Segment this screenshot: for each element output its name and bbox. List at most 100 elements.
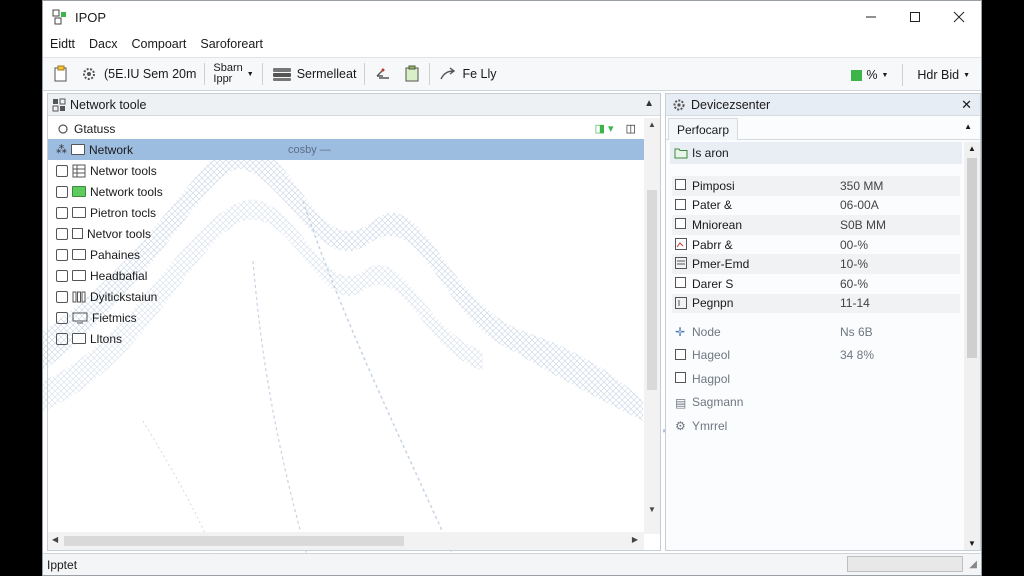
new-file-icon xyxy=(54,65,67,82)
right-panel-title: Devicezsenter xyxy=(691,97,771,112)
tree-item-label: Fietmics xyxy=(92,310,137,325)
toolbar-btn1-label: (5E.IU Sem 20m xyxy=(104,67,197,81)
tree-item-network-tools[interactable]: Network tools xyxy=(48,181,644,202)
scroll-down-icon[interactable]: ▼ xyxy=(964,539,980,548)
collapse-up-icon[interactable]: ▲ xyxy=(964,122,972,131)
pane-icon[interactable]: ◫ xyxy=(626,122,636,135)
property-row[interactable]: Pabrr & 00-% xyxy=(672,235,960,255)
percent-dropdown[interactable]: % ▼ xyxy=(846,61,893,89)
checkbox-icon xyxy=(675,179,686,190)
app-icon xyxy=(51,8,69,26)
section-header[interactable]: Is aron xyxy=(670,142,962,164)
tree-item-network[interactable]: ⁂ Network cosby — xyxy=(48,139,644,160)
menu-item-view[interactable]: Dacx xyxy=(82,37,124,51)
tree-item-label: Headbafial xyxy=(90,268,148,283)
status-green-icon xyxy=(851,69,863,81)
scroll-left-icon[interactable]: ◀ xyxy=(52,535,58,544)
scrollbar-thumb[interactable] xyxy=(647,190,657,390)
tree-item-lltons[interactable]: Lltons xyxy=(48,328,644,349)
property-row[interactable]: Pimposi 350 MM xyxy=(672,176,960,196)
tree-item-headbafial[interactable]: Headbafial xyxy=(48,265,644,286)
faded-row[interactable]: Hagpol xyxy=(672,367,960,391)
node-icon: ⁂ xyxy=(56,144,67,156)
menu-item-compare[interactable]: Compoart xyxy=(125,37,194,51)
grid-menu-dropdown[interactable]: Hdr Bid ▼ xyxy=(912,61,975,89)
menu-item-edit[interactable]: Eidtt xyxy=(43,37,82,51)
maximize-button[interactable] xyxy=(893,1,937,33)
right-vertical-scrollbar[interactable]: ▲ ▼ xyxy=(964,142,980,550)
tree-item-label: Pahaines xyxy=(90,247,141,262)
server-button[interactable]: Sermelleat xyxy=(266,60,362,88)
toolbar-btn4-label: Fe Lly xyxy=(462,67,497,81)
toolbar: (5E.IU Sem 20m Sbarn Ippr ▼ Sermelleat F… xyxy=(43,57,981,91)
scroll-up-icon[interactable]: ▲ xyxy=(644,120,660,129)
plus-icon: ✛ xyxy=(675,325,686,339)
minimize-icon xyxy=(866,16,876,18)
minimize-button[interactable] xyxy=(849,1,893,33)
close-icon xyxy=(953,11,965,23)
property-row[interactable]: Mniorean S0B MM xyxy=(672,215,960,235)
tree-item-networ-tools[interactable]: Networ tools xyxy=(48,160,644,181)
faded-row[interactable]: ▤ Sagmann xyxy=(672,391,960,415)
scrollbar-thumb[interactable] xyxy=(967,158,977,358)
property-row[interactable]: Pegnpn 11-14 xyxy=(672,293,960,314)
node-icon xyxy=(56,290,68,303)
node-icon xyxy=(56,206,68,219)
server-icon xyxy=(272,68,291,81)
window-controls xyxy=(849,1,981,33)
status-text: Ipptet xyxy=(47,557,78,572)
back-arrow-icon xyxy=(376,68,390,79)
folder-icon xyxy=(72,270,86,281)
tree-item-dyitickstaiun[interactable]: Dyitickstaiun xyxy=(48,286,644,307)
checkbox-icon xyxy=(675,276,686,288)
left-panel-header: Network toole ▲ xyxy=(48,94,660,116)
tree-item-pietron-tools[interactable]: Pietron tocls xyxy=(48,202,644,223)
tree-item-status[interactable]: Gtatuss ◨ ▾ ◫ xyxy=(48,118,644,139)
faded-row[interactable]: Hageol 34 8% xyxy=(672,344,960,368)
scrollbar-thumb[interactable] xyxy=(64,536,404,546)
property-name: Pater & xyxy=(692,198,733,213)
tree-item-label: Networ tools xyxy=(90,163,157,178)
folder-icon xyxy=(71,144,85,155)
collapse-up-icon[interactable]: ▲ xyxy=(644,98,654,109)
filter-dropdown-icon[interactable]: ◨ ▾ xyxy=(595,122,614,135)
bars-icon xyxy=(72,291,86,302)
scan-dropdown-button[interactable]: Sbarn Ippr ▼ xyxy=(208,60,258,88)
faded-row[interactable]: ⚙ Ymrrel xyxy=(672,414,960,438)
settings-search-button[interactable]: (5E.IU Sem 20m xyxy=(75,60,201,88)
property-row[interactable]: Pmer-Emd 10-% xyxy=(672,254,960,274)
property-name: Pimposi xyxy=(692,178,735,193)
property-row[interactable]: Pater & 06-00A xyxy=(672,196,960,216)
device-center-panel: Devicezsenter ✕ Perfocarp ▲ Is aron Pimp… xyxy=(665,93,981,551)
menu-bar: Eidtt Dacx Compoart Saroforeart xyxy=(43,33,981,55)
tree-item-fietmics[interactable]: Fietmics xyxy=(48,307,644,328)
property-name: Pmer-Emd xyxy=(692,257,750,272)
new-file-button[interactable] xyxy=(47,60,75,88)
gear-icon xyxy=(83,68,95,80)
close-icon[interactable]: ✕ xyxy=(961,97,972,113)
tree-item-netvor-tools[interactable]: Netvor tools xyxy=(48,223,644,244)
back-arrow-button[interactable] xyxy=(368,60,398,88)
scroll-right-icon[interactable]: ▶ xyxy=(632,535,638,544)
scroll-up-icon[interactable]: ▲ xyxy=(964,144,980,153)
apply-button[interactable]: Fe Lly xyxy=(433,60,501,88)
left-vertical-scrollbar[interactable]: ▲ ▼ xyxy=(644,118,660,534)
scroll-down-icon[interactable]: ▼ xyxy=(644,505,660,514)
property-row[interactable]: Darer S 60-% xyxy=(672,274,960,294)
tree-item-hint: cosby — xyxy=(288,143,331,156)
toolbar-btn2-line2: Ippr xyxy=(213,73,233,85)
left-horizontal-scrollbar[interactable]: ◀ ▶ xyxy=(48,532,644,550)
document-icon xyxy=(72,228,83,239)
tree-item-label: Dyitickstaiun xyxy=(90,289,158,304)
property-name: Pegnpn xyxy=(692,296,734,311)
menu-item-software[interactable]: Saroforeart xyxy=(193,37,270,51)
tree-item-pahaines[interactable]: Pahaines xyxy=(48,244,644,265)
clipboard-button[interactable] xyxy=(398,60,426,88)
faded-row[interactable]: ✛ Node Ns 6B xyxy=(672,320,960,344)
window-title: IPOP xyxy=(75,9,107,25)
resize-grip-icon[interactable]: ◢ xyxy=(969,559,977,570)
monitor-icon xyxy=(72,312,88,323)
tab-performance[interactable]: Perfocarp xyxy=(668,118,739,140)
close-button[interactable] xyxy=(937,1,981,33)
grid-menu-label: Hdr Bid xyxy=(917,68,960,82)
